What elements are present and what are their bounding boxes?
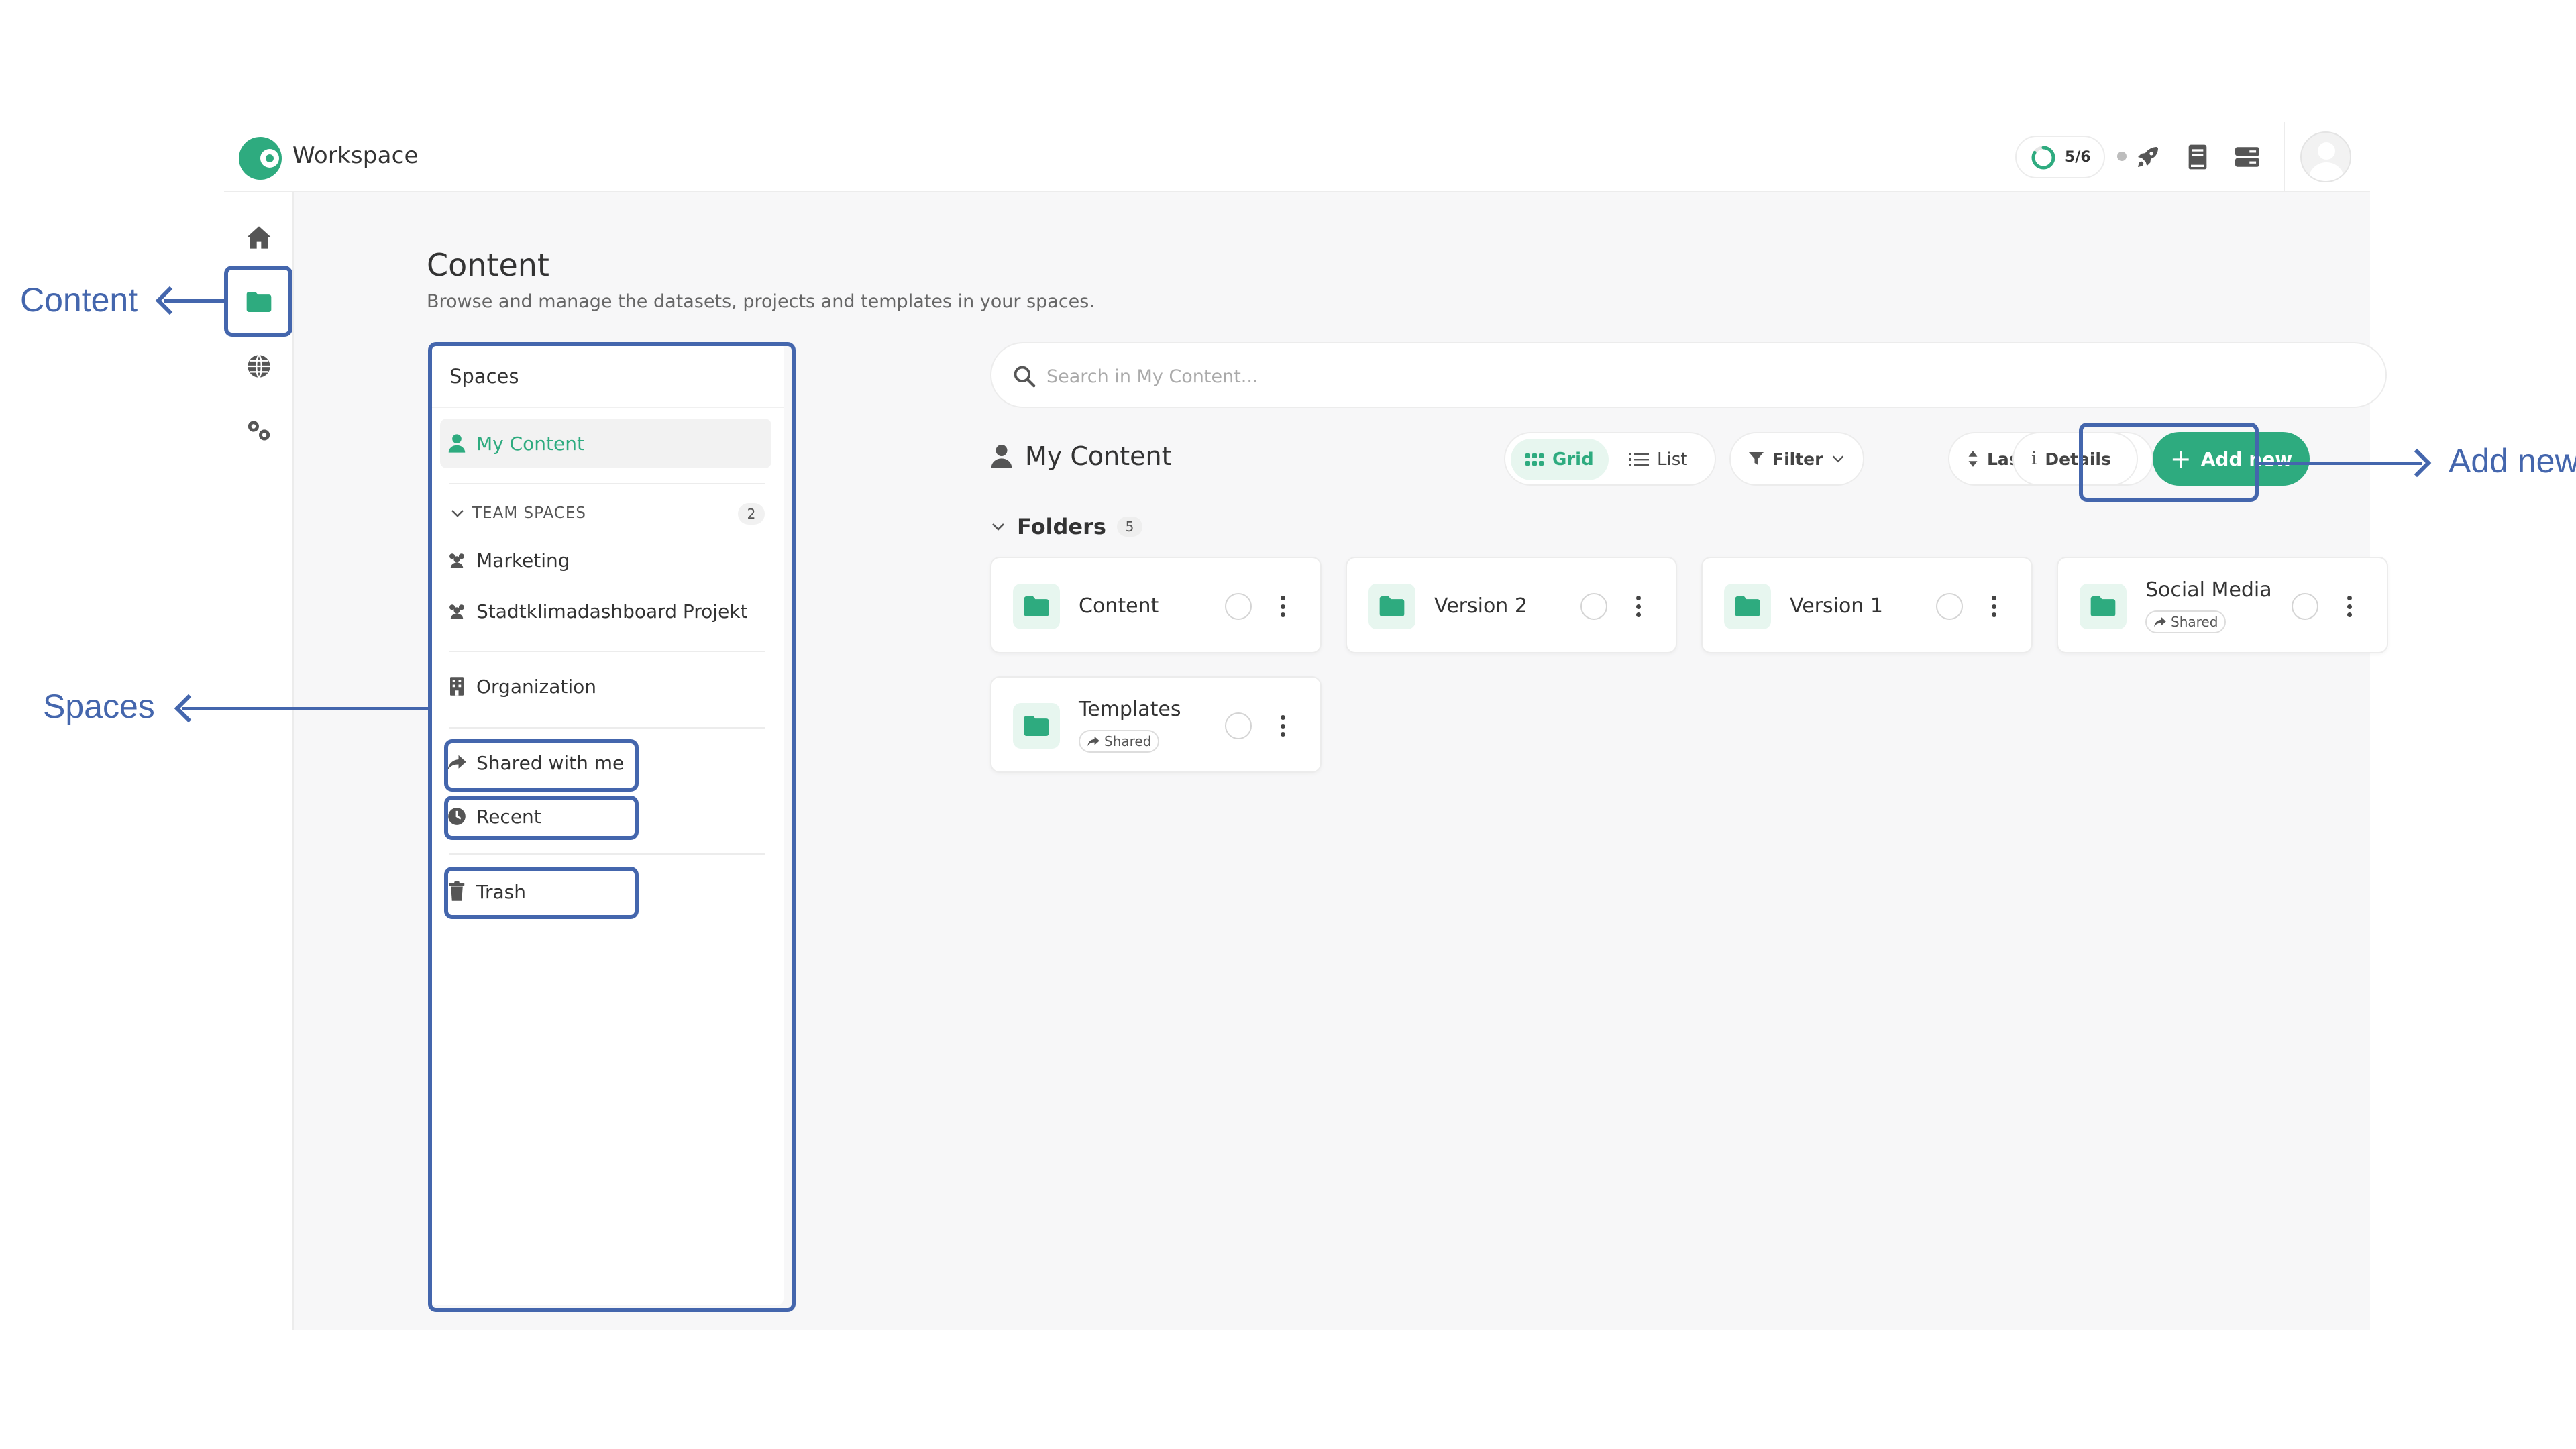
top-bar: Workspace 5/6	[224, 122, 2370, 192]
list-view-label: List	[1657, 449, 1688, 470]
server-icon[interactable]	[2233, 142, 2262, 172]
share-icon	[1087, 736, 1099, 747]
search-icon	[1014, 366, 1036, 388]
select-radio[interactable]	[1225, 712, 1252, 739]
folder-card[interactable]: Version 2	[1346, 557, 1677, 653]
grid-icon	[1525, 453, 1544, 466]
chevron-down-icon	[992, 523, 1004, 531]
folder-icon	[1724, 584, 1771, 629]
annotation-label-add-new: Add new	[2449, 442, 2576, 480]
app-title: Workspace	[292, 142, 419, 169]
section-title: My Content	[990, 441, 1171, 471]
select-radio[interactable]	[1936, 593, 1963, 620]
folder-icon	[1013, 584, 1060, 629]
annotation-box-add-new	[2079, 423, 2259, 502]
folder-icon	[2080, 584, 2127, 629]
folders-label: Folders	[1017, 514, 1106, 539]
folder-name: Content	[1079, 594, 1159, 618]
more-menu-icon[interactable]	[1276, 711, 1289, 741]
more-menu-icon[interactable]	[1276, 592, 1289, 621]
folders-count: 5	[1116, 517, 1142, 537]
filter-label: Filter	[1772, 449, 1823, 469]
folder-icon	[1368, 584, 1415, 629]
select-radio[interactable]	[2292, 593, 2318, 620]
folder-card[interactable]: Social Media Shared	[2057, 557, 2388, 653]
select-radio[interactable]	[1225, 593, 1252, 620]
filter-icon	[1749, 452, 1764, 465]
annotation-box-trash	[444, 867, 639, 919]
home-icon[interactable]	[244, 223, 274, 252]
badge-label: Shared	[2171, 614, 2218, 630]
folders-header[interactable]: Folders 5	[990, 514, 1142, 539]
rocket-icon[interactable]	[2133, 142, 2163, 172]
book-icon[interactable]	[2183, 142, 2212, 172]
annotation-arrowhead	[155, 286, 184, 315]
filter-button[interactable]: Filter	[1729, 432, 1865, 486]
folder-card[interactable]: Content	[990, 557, 1322, 653]
share-icon	[2154, 616, 2166, 627]
grid-view-label: Grid	[1552, 449, 1594, 470]
logo-icon[interactable]	[239, 137, 282, 180]
list-view-button[interactable]: List	[1614, 439, 1702, 480]
annotation-arrow-add-new	[2259, 462, 2422, 465]
annotation-arrowhead	[2402, 448, 2432, 478]
list-icon	[1629, 453, 1649, 466]
annotation-label-spaces: Spaces	[43, 688, 155, 725]
sort-icon	[1968, 451, 1978, 467]
status-dot	[2117, 152, 2127, 161]
topbar-divider	[2284, 122, 2285, 192]
annotation-arrowhead	[174, 694, 203, 723]
section-title-label: My Content	[1025, 441, 1172, 471]
grid-view-button[interactable]: Grid	[1511, 439, 1609, 480]
user-icon	[991, 445, 1012, 468]
onboarding-progress[interactable]: 5/6	[2015, 136, 2105, 178]
more-menu-icon[interactable]	[2343, 592, 2356, 621]
folder-card[interactable]: Templates Shared	[990, 676, 1322, 773]
view-toggle: Grid List	[1504, 432, 1716, 486]
folder-name: Social Media	[2145, 578, 2272, 602]
select-radio[interactable]	[1580, 593, 1607, 620]
progress-ring-icon	[2031, 146, 2055, 170]
folder-name: Version 1	[1790, 594, 1883, 618]
annotation-box-content	[224, 266, 292, 337]
folder-name: Templates	[1079, 698, 1181, 721]
shared-badge: Shared	[2145, 610, 2226, 633]
folder-card[interactable]: Version 1	[1701, 557, 2033, 653]
search-bar[interactable]	[990, 342, 2387, 408]
progress-text: 5/6	[2065, 149, 2091, 166]
shared-badge: Shared	[1079, 730, 1160, 753]
badge-label: Shared	[1104, 733, 1152, 749]
more-menu-icon[interactable]	[1631, 592, 1645, 621]
nav-rail	[224, 192, 294, 1330]
annotation-label-content: Content	[20, 281, 138, 319]
avatar[interactable]	[2300, 131, 2351, 182]
search-input[interactable]	[1046, 358, 2321, 394]
globe-icon[interactable]	[244, 352, 274, 381]
page-subtitle: Browse and manage the datasets, projects…	[427, 291, 1095, 312]
page-title: Content	[427, 247, 549, 283]
more-menu-icon[interactable]	[1987, 592, 2000, 621]
annotation-box-shared	[444, 739, 639, 792]
annotation-arrow-spaces	[182, 707, 428, 710]
annotation-box-recent	[444, 796, 639, 840]
folder-icon	[1013, 703, 1060, 749]
folder-name: Version 2	[1434, 594, 1527, 618]
info-icon: i	[2031, 449, 2037, 469]
chevron-down-icon	[1833, 455, 1844, 463]
gears-icon[interactable]	[244, 416, 274, 445]
